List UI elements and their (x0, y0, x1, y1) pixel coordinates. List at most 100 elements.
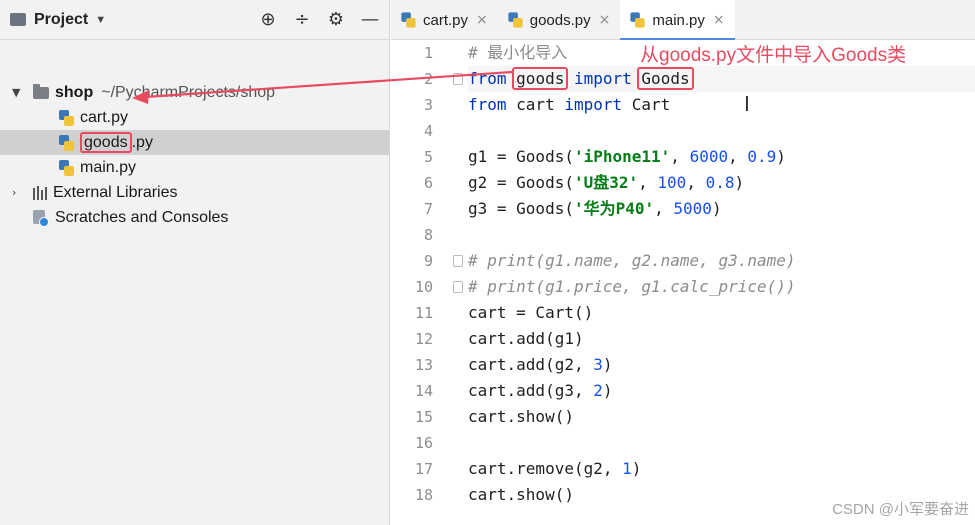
close-icon[interactable]: × (476, 12, 488, 28)
project-view-selector[interactable]: Project ▼ (10, 11, 106, 29)
annotation-text: 从goods.py文件中导入Goods类 (640, 45, 907, 66)
tree-item-goods-py[interactable]: goods .py (0, 130, 389, 155)
python-file-icon (401, 12, 416, 28)
code-line-5: g1 = Goods('iPhone11', 6000, 0.9) (468, 144, 975, 170)
line-number: 12 (414, 330, 433, 348)
code-line-17: cart.remove(g2, 1) (468, 456, 975, 482)
watermark: CSDN @小军要奋进 (832, 501, 969, 518)
code-line-6: g2 = Goods('U盘32', 100, 0.8) (468, 170, 975, 196)
project-icon (10, 13, 26, 26)
code-text: , (654, 199, 674, 218)
tree-item-label: main.py (80, 158, 137, 176)
code-text: cart (506, 95, 565, 114)
code-number: 6000 (689, 147, 729, 166)
code-string: 'iPhone11' (573, 147, 671, 166)
chevron-down-icon: ▼ (95, 13, 107, 26)
code-text: cart.show() (468, 407, 574, 426)
close-icon[interactable]: × (599, 12, 611, 28)
code-text: ) (711, 199, 722, 218)
code-text: ) (776, 147, 786, 166)
keyword-from: from (468, 69, 507, 88)
code-area[interactable]: # 最小化导入 from goods import Goods from car… (468, 40, 975, 525)
tree-item-cart-py[interactable]: cart.py (0, 105, 389, 130)
text-cursor-icon: I (744, 92, 750, 116)
chevron-down-icon[interactable]: ▼ (12, 86, 20, 99)
highlight-box-module: goods (512, 67, 569, 90)
line-number: 16 (414, 434, 433, 452)
line-number: 4 (423, 122, 433, 140)
gear-icon[interactable]: ⚙ (327, 10, 345, 29)
tab-cart-py[interactable]: cart.py × (391, 0, 498, 40)
folder-icon (33, 83, 49, 99)
code-number: 1 (622, 459, 632, 478)
code-string: 'U盘32' (573, 173, 639, 192)
tab-main-py[interactable]: main.py × (620, 0, 735, 41)
locate-icon[interactable]: ⊕ (259, 10, 277, 29)
line-number: 14 (414, 382, 433, 400)
tree-item-external-libraries[interactable]: › External Libraries (0, 180, 389, 205)
line-number: 6 (423, 174, 433, 192)
code-editor[interactable]: 1 2 3 4 5 6 7 8 9 10 11 12 13 14 15 16 1… (391, 40, 975, 525)
fold-marker-icon[interactable] (453, 281, 463, 293)
code-number: 100 (657, 173, 687, 192)
tree-item-main-py[interactable]: main.py (0, 155, 389, 180)
project-panel: Project ▼ ⊕ ÷ ⚙ — ▼ shop ~/PycharmProjec… (0, 0, 390, 525)
code-text: cart.remove(g2, (468, 459, 623, 478)
code-comment: # 最小化导入 (468, 43, 568, 62)
code-text: , (686, 173, 706, 192)
project-path: ~/PycharmProjects/shop (101, 83, 276, 101)
line-number: 8 (423, 226, 433, 244)
code-text: , (728, 147, 748, 166)
code-text: ) (602, 355, 613, 374)
code-line-7: g3 = Goods('华为P40', 5000) (468, 196, 975, 222)
tree-item-shop[interactable]: ▼ shop ~/PycharmProjects/shop (0, 80, 389, 105)
fold-marker-icon[interactable] (453, 73, 463, 85)
line-number: 10 (414, 278, 433, 296)
code-string: '华为P40' (573, 199, 655, 218)
highlight-box-class: Goods (637, 67, 694, 90)
code-text: g2 = Goods( (468, 173, 574, 192)
code-comment: # print(g1.price, g1.calc_price()) (468, 277, 796, 296)
keyword-from: from (468, 95, 507, 114)
line-number: 5 (423, 148, 433, 166)
code-line-12: cart.add(g1) (468, 326, 975, 352)
code-line-15: cart.show() (468, 404, 975, 430)
code-number: 0.9 (747, 147, 777, 166)
tab-label: main.py (652, 11, 705, 29)
project-panel-header: Project ▼ ⊕ ÷ ⚙ — (0, 0, 389, 40)
code-text: ) (631, 459, 642, 478)
keyword-import: import (564, 95, 623, 114)
code-line-11: cart = Cart() (468, 300, 975, 326)
python-file-icon (630, 12, 645, 28)
line-number: 1 (423, 44, 433, 62)
python-file-icon (59, 159, 74, 176)
code-line-14: cart.add(g3, 2) (468, 378, 975, 404)
code-number: 0.8 (705, 173, 735, 192)
line-number: 3 (423, 96, 433, 114)
tree-item-label: Scratches and Consoles (55, 208, 229, 226)
line-number: 7 (423, 200, 433, 218)
keyword-import: import (573, 69, 632, 88)
tab-goods-py[interactable]: goods.py × (498, 0, 621, 40)
chevron-right-icon[interactable]: › (12, 186, 16, 199)
code-text: cart.add(g2, (468, 355, 594, 374)
code-line-10: # print(g1.price, g1.calc_price()) (468, 274, 975, 300)
code-text: g3 = Goods( (468, 199, 574, 218)
code-line-2: from goods import Goods (468, 66, 975, 92)
library-icon (33, 185, 47, 200)
close-icon[interactable]: × (713, 12, 725, 28)
collapse-all-icon[interactable]: ÷ (293, 10, 311, 29)
hide-panel-icon[interactable]: — (361, 10, 379, 29)
code-text: cart.add(g1) (468, 329, 584, 348)
tree-item-label: goods .py (80, 131, 153, 153)
fold-marker-icon[interactable] (453, 255, 463, 267)
code-line-9: # print(g1.name, g2.name, g3.name) (468, 248, 975, 274)
file-extension: .py (131, 133, 153, 151)
code-text: ) (602, 381, 613, 400)
project-panel-toolbar: ⊕ ÷ ⚙ — (259, 10, 379, 29)
line-number: 13 (414, 356, 433, 374)
tree-item-scratches[interactable]: Scratches and Consoles (0, 205, 389, 230)
